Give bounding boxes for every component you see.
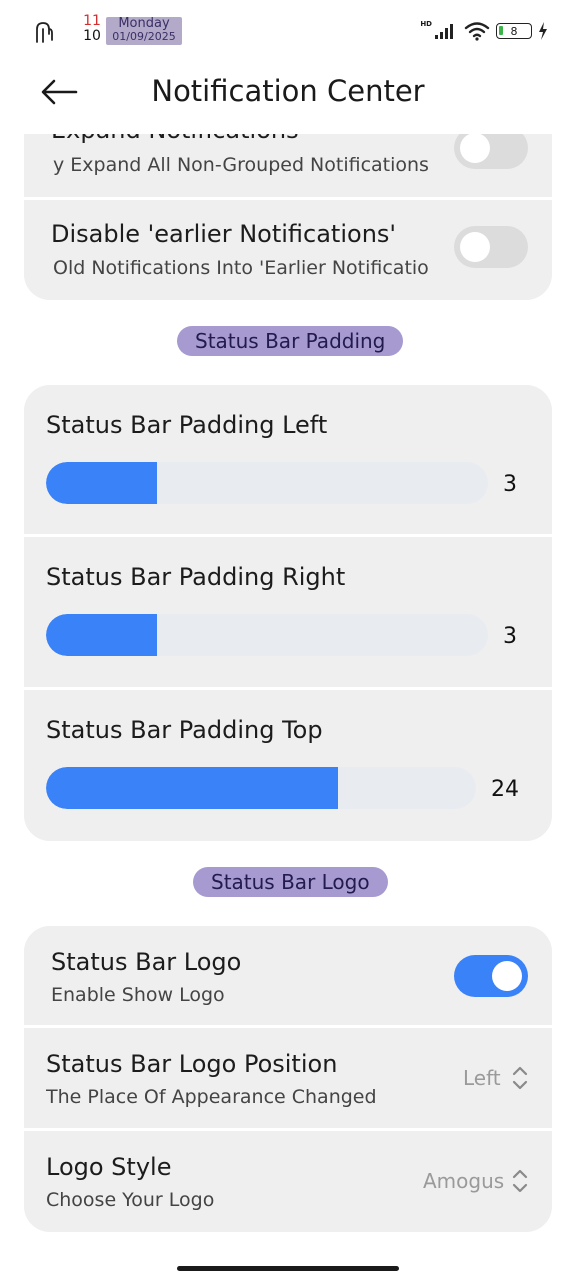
logo-position-value[interactable]: Left [463,1066,501,1090]
app-bar: Notification Center [0,64,576,134]
battery-level [499,26,503,35]
settings-scroll-area[interactable]: Expand Notifications y Expand All Non-Gr… [0,134,576,1256]
padding-top-value: 24 [491,777,519,802]
wifi-icon [464,22,490,41]
status-bar-logo-title: Status Bar Logo [51,948,242,976]
day-label: Monday [118,16,170,31]
toggle-knob [460,232,490,262]
chevron-up-down-icon [512,1066,528,1090]
status-bar-padding-card: Status Bar Padding Left 3 Status Bar Pad… [24,385,552,841]
toggle-knob [460,134,490,163]
padding-right-slider-fill [46,614,157,656]
clock: 11 10 [82,14,102,44]
padding-left-value: 3 [503,472,517,497]
padding-top-row: Status Bar Padding Top 24 [24,690,552,841]
status-bar-logo-section-label: Status Bar Logo [193,867,388,897]
toggle-knob [492,961,522,991]
notifications-card: Expand Notifications y Expand All Non-Gr… [24,134,552,300]
padding-top-slider[interactable] [46,767,476,809]
page-title: Notification Center [151,74,425,108]
padding-right-value: 3 [503,624,517,649]
status-icons: HD 8 [420,20,548,42]
status-bar-logo-row[interactable]: Status Bar Logo Enable Show Logo [24,926,552,1025]
padding-left-title: Status Bar Padding Left [46,411,328,439]
disable-earlier-notifications-row[interactable]: Disable 'earlier Notifications' Old Noti… [24,200,552,300]
padding-right-title: Status Bar Padding Right [46,563,346,591]
status-bar: 11 10 Monday 01/09/2025 HD 8 [0,0,576,64]
disable-earlier-subtitle: Old Notifications Into 'Earlier Notifica… [53,257,429,279]
logo-style-row[interactable]: Logo Style Choose Your Logo Amogus [24,1131,552,1232]
clock-hour: 11 [83,13,101,29]
padding-top-slider-fill [46,767,339,809]
padding-left-slider-fill [46,462,157,504]
charging-bolt-icon [539,22,547,40]
battery-icon: 8 [496,23,532,39]
clock-minute: 10 [83,28,101,44]
home-indicator[interactable] [177,1266,399,1271]
padding-left-slider[interactable] [46,462,488,504]
expand-notifications-row[interactable]: Expand Notifications y Expand All Non-Gr… [24,134,552,197]
expand-notifications-title: Expand Notifications [51,134,299,144]
expand-notifications-toggle[interactable] [454,134,528,169]
battery-percent: 8 [510,24,518,38]
date-widget: Monday 01/09/2025 [106,17,182,45]
logo-position-title: Status Bar Logo Position [46,1050,338,1078]
disable-earlier-title: Disable 'earlier Notifications' [51,220,396,248]
padding-top-title: Status Bar Padding Top [46,716,323,744]
logo-style-subtitle: Choose Your Logo [46,1189,215,1211]
chevron-up-down-icon [512,1169,528,1193]
logo-position-subtitle: The Place Of Appearance Changed [46,1086,377,1108]
status-bar-padding-section-label: Status Bar Padding [177,326,404,356]
logo-position-row[interactable]: Status Bar Logo Position The Place Of Ap… [24,1028,552,1128]
logo-style-value[interactable]: Amogus [423,1169,504,1193]
padding-right-slider[interactable] [46,614,488,656]
expand-notifications-subtitle: y Expand All Non-Grouped Notifications [53,154,429,176]
hd-label: HD [420,20,432,28]
logo-style-title: Logo Style [46,1153,172,1181]
signal-icon [435,24,453,39]
disable-earlier-toggle[interactable] [454,226,528,268]
padding-left-row: Status Bar Padding Left 3 [24,385,552,534]
gesture-hand-icon [36,22,53,43]
date-label: 01/09/2025 [112,30,176,43]
status-bar-logo-subtitle: Enable Show Logo [51,984,225,1006]
status-bar-logo-card: Status Bar Logo Enable Show Logo Status … [24,926,552,1232]
status-bar-logo-toggle[interactable] [454,955,528,997]
padding-right-row: Status Bar Padding Right 3 [24,537,552,687]
